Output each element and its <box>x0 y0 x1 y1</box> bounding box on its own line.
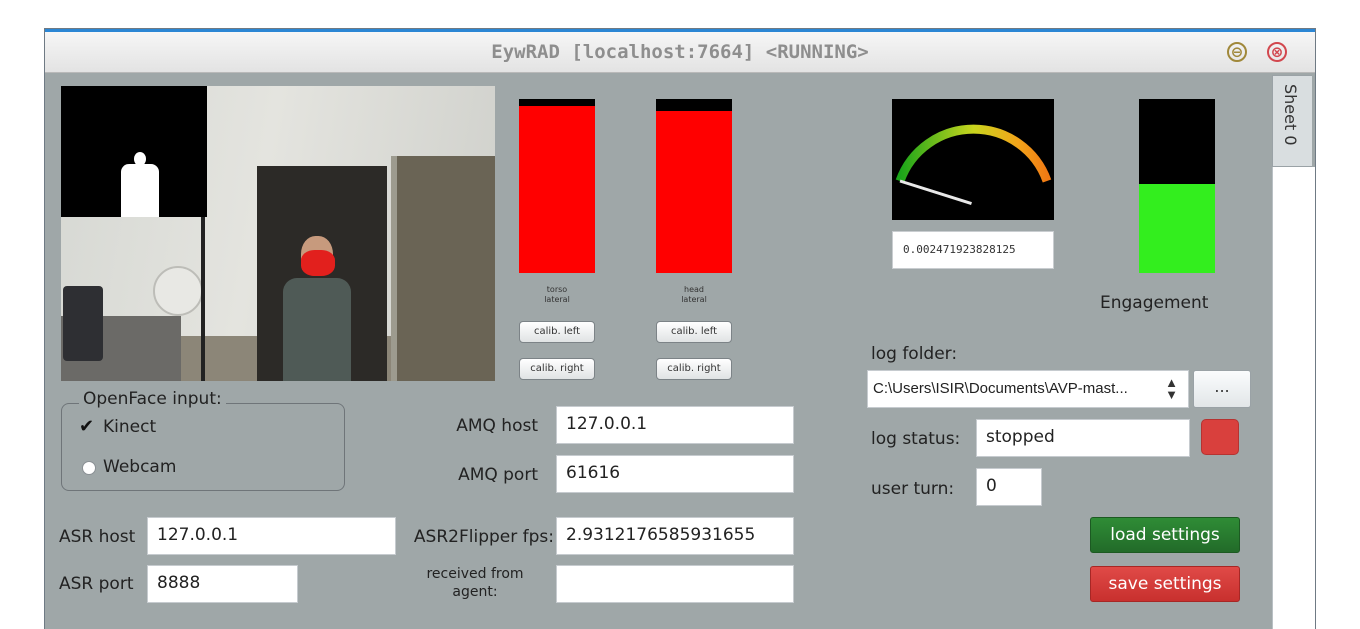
asr2flipper-fps-label: ASR2Flipper fps: <box>413 527 554 547</box>
face-landmark-overlay <box>301 250 335 276</box>
amq-port-input[interactable]: 61616 <box>556 455 794 493</box>
webcam-label[interactable]: Webcam <box>103 457 176 477</box>
amq-host-label: AMQ host <box>456 416 538 436</box>
head-calib-right-button[interactable]: calib. right <box>656 358 732 380</box>
torso-calib-right-button[interactable]: calib. right <box>519 358 595 380</box>
tab-label: Sheet 0 <box>1281 84 1300 146</box>
torso-lateral-fill <box>519 105 595 273</box>
gauge-svg <box>895 124 1052 206</box>
user-turn-field: 0 <box>976 468 1042 506</box>
tracked-person <box>283 236 351 381</box>
asr-port-input[interactable]: 8888 <box>147 565 298 603</box>
kinect-label[interactable]: Kinect <box>103 417 156 437</box>
engagement-fill <box>1139 184 1215 273</box>
gauge-arc <box>895 124 1052 183</box>
gauge-needle <box>899 179 972 206</box>
received-label-line2: agent: <box>452 584 498 600</box>
webcam-radio[interactable] <box>82 461 96 475</box>
kinect-checkbox[interactable]: ✔ <box>79 418 95 436</box>
asr2flipper-fps-input[interactable]: 2.9312176585931655 <box>556 517 794 555</box>
person-body <box>283 278 351 381</box>
received-from-agent-label: received from agent: <box>405 565 545 601</box>
asr-port-label: ASR port <box>59 574 134 594</box>
received-label-line1: received from <box>426 566 524 582</box>
title-bar[interactable]: EywRAD [localhost:7664] <RUNNING> ⊖ ⊗ <box>45 29 1315 73</box>
gauge-meter <box>892 99 1054 220</box>
head-calib-left-button[interactable]: calib. left <box>656 321 732 343</box>
engagement-bar <box>1139 99 1215 273</box>
received-from-agent-input[interactable] <box>556 565 794 603</box>
amq-port-label: AMQ port <box>458 465 538 485</box>
tab-sheet-0[interactable]: Sheet 0 <box>1272 75 1312 167</box>
window-title: EywRAD [localhost:7664] <RUNNING> <box>491 41 869 63</box>
camera-chair <box>63 286 103 361</box>
main-window: EywRAD [localhost:7664] <RUNNING> ⊖ ⊗ Sh… <box>44 28 1316 629</box>
minimize-icon[interactable]: ⊖ <box>1227 42 1247 62</box>
torso-lateral-bar <box>519 99 595 273</box>
log-folder-label: log folder: <box>871 344 958 364</box>
close-icon[interactable]: ⊗ <box>1267 42 1287 62</box>
updown-arrows-icon: ▲ ▼ <box>1165 375 1178 402</box>
engagement-label: Engagement <box>1100 293 1209 313</box>
browse-folder-button[interactable]: ... <box>1193 370 1251 408</box>
gauge-value-readout: 0.002471923828125 <box>892 231 1054 269</box>
torso-calib-left-button[interactable]: calib. left <box>519 321 595 343</box>
amq-host-input[interactable]: 127.0.0.1 <box>556 406 794 444</box>
log-folder-value: C:\Users\ISIR\Documents\AVP-mast... <box>873 380 1128 397</box>
log-status-label: log status: <box>871 429 961 449</box>
log-folder-select[interactable]: C:\Users\ISIR\Documents\AVP-mast... ▲ ▼ <box>867 370 1189 408</box>
save-settings-button[interactable]: save settings <box>1090 566 1240 602</box>
tab-panel <box>1272 167 1315 629</box>
load-settings-button[interactable]: load settings <box>1090 517 1240 553</box>
camera-fan <box>153 266 203 316</box>
log-record-button[interactable] <box>1201 419 1239 455</box>
camera-feed-icon <box>61 86 495 381</box>
user-turn-label: user turn: <box>871 479 955 499</box>
head-lateral-label: head lateral <box>656 285 732 305</box>
log-status-field: stopped <box>976 419 1190 457</box>
depth-silhouette-inset <box>61 86 207 217</box>
asr-host-input[interactable]: 127.0.0.1 <box>147 517 396 555</box>
torso-label-line1: torso <box>546 285 568 294</box>
head-lateral-bar <box>656 99 732 273</box>
torso-lateral-label: torso lateral <box>519 285 595 305</box>
openface-input-title: OpenFace input: <box>79 389 226 409</box>
head-label-line2: lateral <box>681 295 707 304</box>
torso-label-line2: lateral <box>544 295 570 304</box>
head-label-line1: head <box>684 285 704 294</box>
camera-coat-stand <box>201 216 205 381</box>
head-lateral-fill <box>656 111 732 273</box>
silhouette-body <box>121 164 159 217</box>
asr-host-label: ASR host <box>59 527 136 547</box>
camera-door <box>391 156 495 381</box>
